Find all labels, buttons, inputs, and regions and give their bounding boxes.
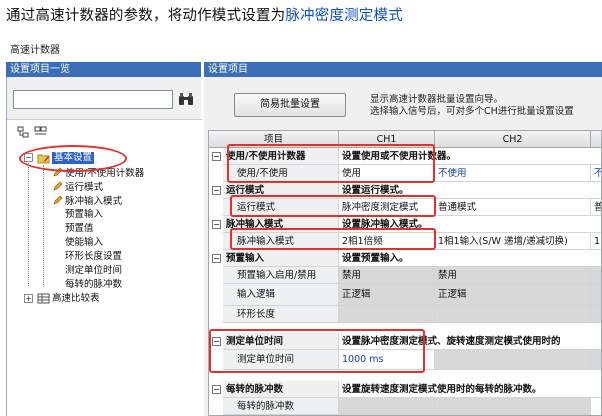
tree-item-pulse-input-mode[interactable]: 脉冲输入模式	[53, 195, 122, 208]
settings-list-panel: − 基本设置 使用/不使用计数器 运行模式 脉冲输入模式 预置输入 预置值 使能…	[6, 77, 202, 416]
settings-grid: 项目 CH1 CH2 − 使用/不使用计数器 设置使用或不使用计数器。 使用/不…	[208, 130, 602, 416]
highlight-pulse-input-mode	[230, 228, 436, 250]
pencil-icon	[53, 181, 63, 191]
window-title: 高速计数器	[10, 45, 60, 56]
ch1-value-cell[interactable]: 正逻辑	[339, 284, 435, 306]
settings-tree: − 基本设置 使用/不使用计数器 运行模式 脉冲输入模式 预置输入 预置值 使能…	[7, 119, 202, 416]
ch2-value-cell[interactable]	[435, 398, 591, 415]
bulk-setting-description: 显示高速计数器批量设置向导。 选择输入信号后，可对多个CH进行批量设置设置	[370, 94, 574, 117]
right-panel-header: 设置项目	[204, 62, 602, 77]
tree-item-run-mode[interactable]: 运行模式	[53, 181, 103, 194]
search-input[interactable]	[13, 90, 173, 109]
tree-item-pulses-per-rev[interactable]: 每转的脉冲数	[65, 279, 122, 291]
easy-bulk-setting-button[interactable]: 简易批量设置	[234, 93, 346, 117]
table-icon	[37, 293, 50, 304]
instruction-text: 通过高速计数器的参数，将动作模式设置为脉冲密度测定模式	[6, 8, 403, 24]
ch2-value-cell[interactable]	[435, 306, 591, 323]
section-collapse-toggle[interactable]: −	[212, 385, 221, 394]
highlight-counter-enable	[227, 144, 435, 183]
collapse-all-icon[interactable]	[34, 126, 47, 138]
ch2-value-cell[interactable]: 正逻辑	[435, 284, 591, 306]
section-collapse-toggle[interactable]: −	[212, 152, 221, 161]
column-header-ch2: CH2	[435, 131, 591, 148]
tree-item-ring-length[interactable]: 环形长度设置	[65, 251, 122, 263]
tree-item-preset-input[interactable]: 预置输入	[65, 209, 103, 221]
ch3-value-cell[interactable]: 不	[591, 165, 601, 182]
tree-item-enable-input[interactable]: 使能输入	[65, 237, 103, 249]
ch1-value-cell[interactable]	[339, 398, 435, 415]
search-button[interactable]	[177, 89, 195, 109]
section-row: − 每转的脉冲数 设置旋转速度测定模式使用时的每转的脉冲数。	[209, 381, 601, 398]
ch1-value-cell[interactable]: 禁用	[339, 267, 435, 284]
ch3-value-cell[interactable]	[591, 267, 601, 284]
ch3-value-cell[interactable]: 1	[591, 233, 601, 250]
tree-item-measure-unit-time[interactable]: 测定单位时间	[65, 265, 122, 277]
app-root: 通过高速计数器的参数，将动作模式设置为脉冲密度测定模式 高速计数器 设置项目一览…	[0, 0, 602, 416]
tree-item-high-speed-compare[interactable]: 高速比较表	[52, 293, 100, 305]
setting-row: 输入逻辑 正逻辑 正逻辑	[209, 284, 601, 306]
tree-connector	[28, 156, 29, 286]
binoculars-icon	[179, 93, 193, 105]
instruction-highlight: 脉冲密度测定模式	[285, 8, 403, 24]
setting-row: 环形长度	[209, 306, 601, 323]
tree-item-preset-value[interactable]: 预置值	[65, 223, 94, 235]
ch2-value-cell[interactable]: 禁用	[435, 267, 591, 284]
ch2-value-cell[interactable]	[435, 350, 591, 370]
section-collapse-toggle[interactable]: −	[212, 220, 221, 229]
compare-table-expand-toggle[interactable]: +	[24, 294, 33, 303]
settings-detail-panel: 简易批量设置 显示高速计数器批量设置向导。 选择输入信号后，可对多个CH进行批量…	[204, 77, 602, 416]
pencil-icon	[53, 195, 63, 205]
tree-connector-children	[43, 165, 44, 285]
ch2-value-cell[interactable]: 1相1输入(S/W 递增/递减切换)	[435, 233, 591, 250]
expand-all-icon[interactable]	[17, 126, 30, 138]
section-collapse-toggle[interactable]: −	[212, 254, 221, 263]
highlight-run-mode	[230, 195, 436, 217]
column-header-ch3	[591, 131, 601, 148]
ch2-value-cell[interactable]: 普通模式	[435, 199, 591, 216]
setting-row: 每转的脉冲数	[209, 398, 601, 415]
ch2-value-cell[interactable]: 不使用	[435, 165, 591, 182]
section-row: − 预置输入 设置预置输入。	[209, 250, 601, 267]
setting-row: 预置输入启用/禁用 禁用 禁用	[209, 267, 601, 284]
highlight-basic-settings	[19, 145, 127, 172]
ch1-value-cell[interactable]	[339, 306, 435, 323]
section-collapse-toggle[interactable]: −	[212, 186, 221, 195]
ch3-value-cell[interactable]: 普	[591, 199, 601, 216]
tree-toolbar	[17, 126, 47, 138]
ch3-value-cell[interactable]	[591, 284, 601, 306]
ch3-value-cell[interactable]	[591, 306, 601, 323]
left-panel-header: 设置项目一览	[6, 62, 201, 77]
highlight-measure-unit-time	[209, 329, 425, 373]
ch3-value-cell[interactable]	[591, 350, 601, 370]
